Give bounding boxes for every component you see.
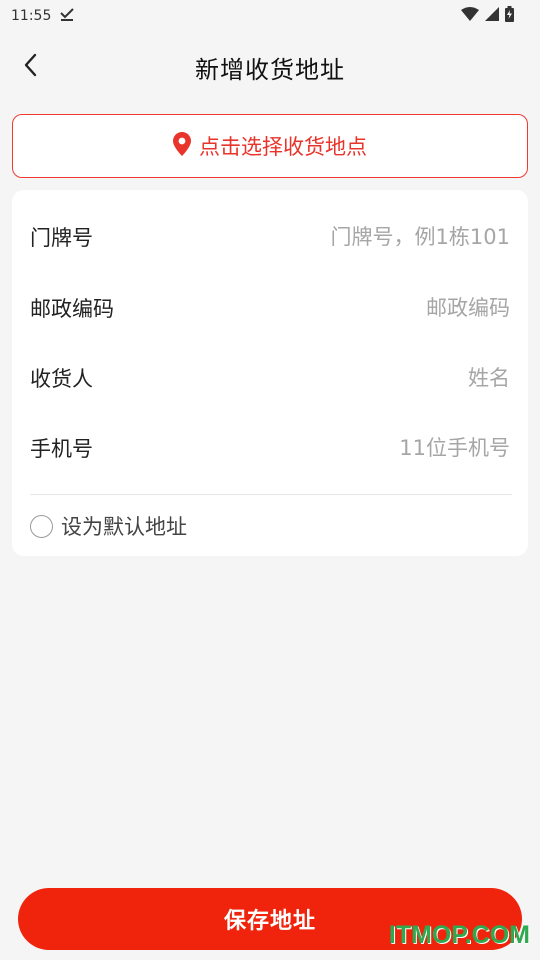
default-address-label: 设为默认地址 xyxy=(61,515,187,539)
form-row-recipient: 收货人 xyxy=(30,343,510,413)
select-location-label: 点击选择收货地点 xyxy=(199,135,367,159)
form-divider xyxy=(30,494,512,495)
default-address-toggle[interactable]: 设为默认地址 xyxy=(30,508,187,544)
phone-input[interactable] xyxy=(230,436,510,460)
house-number-input[interactable] xyxy=(230,225,510,249)
page-header: 新增收货地址 xyxy=(0,36,540,98)
postal-code-label: 邮政编码 xyxy=(30,297,114,321)
download-done-icon xyxy=(59,7,75,25)
signal-icon xyxy=(485,7,499,25)
form-row-postal-code: 邮政编码 xyxy=(30,273,510,343)
recipient-label: 收货人 xyxy=(30,367,93,391)
phone-label: 手机号 xyxy=(30,437,93,461)
status-right xyxy=(461,6,514,26)
status-left: 11:55 xyxy=(11,7,75,25)
watermark-logo: ITMOP.COM xyxy=(388,921,530,949)
wifi-icon xyxy=(461,7,479,25)
location-pin-icon xyxy=(173,131,191,161)
form-row-house-number: 门牌号 xyxy=(30,202,510,272)
recipient-name-input[interactable] xyxy=(230,366,510,390)
page-title: 新增收货地址 xyxy=(195,55,345,84)
status-bar: 11:55 xyxy=(0,0,540,32)
back-button[interactable] xyxy=(10,47,50,87)
status-time: 11:55 xyxy=(11,8,52,24)
form-row-phone: 手机号 xyxy=(30,413,510,483)
address-form: 门牌号 邮政编码 收货人 手机号 设为默认地址 xyxy=(12,190,528,556)
postal-code-input[interactable] xyxy=(230,296,510,320)
chevron-left-icon xyxy=(23,53,37,81)
battery-charging-icon xyxy=(505,6,514,26)
house-number-label: 门牌号 xyxy=(30,226,93,250)
select-location-button[interactable]: 点击选择收货地点 xyxy=(12,114,528,178)
default-address-radio[interactable] xyxy=(30,514,53,538)
